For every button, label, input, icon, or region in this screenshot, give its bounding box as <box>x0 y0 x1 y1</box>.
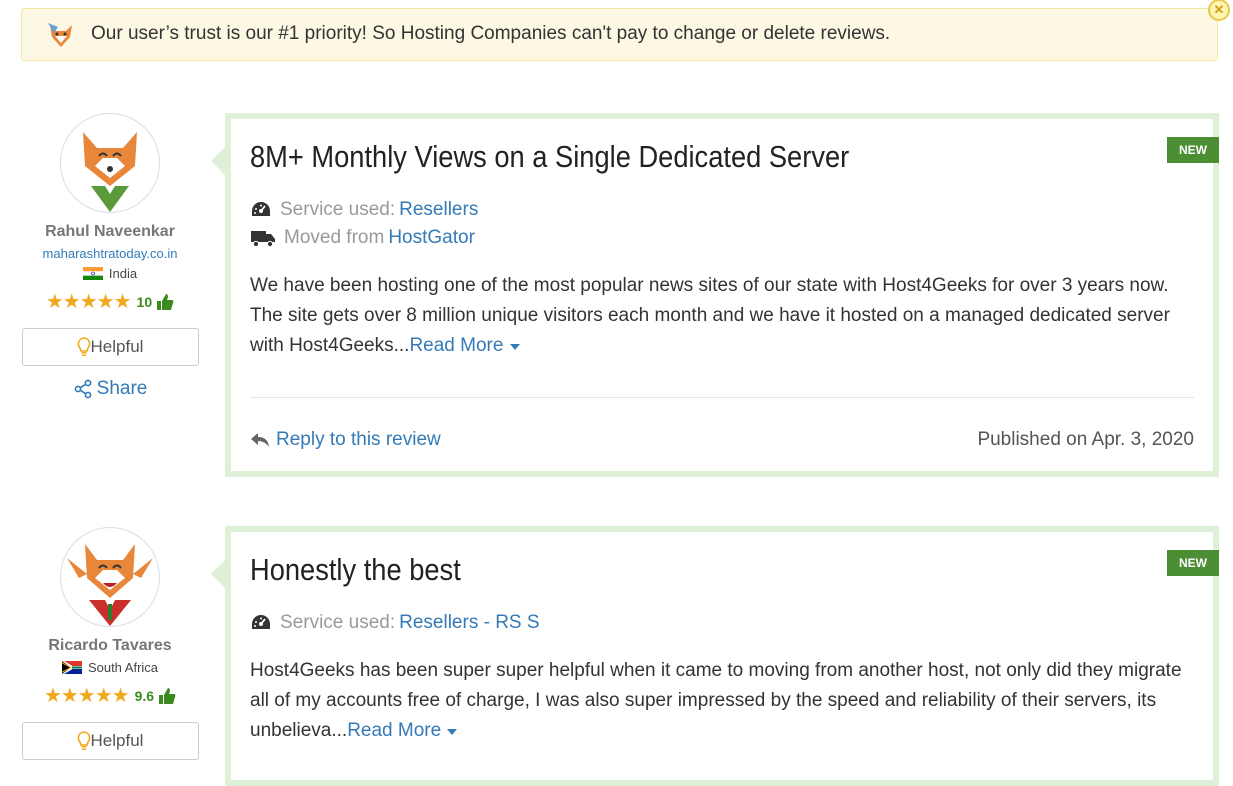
new-badge: NEW <box>1167 550 1219 576</box>
review-card: NEW 8M+ Monthly Views on a Single Dedica… <box>211 113 1219 477</box>
review-body: We have been hosting one of the most pop… <box>250 271 1190 361</box>
avatar <box>60 113 160 213</box>
star-rating-icon: ★★★★★ <box>43 685 130 707</box>
country-label: India <box>108 266 138 281</box>
thumbs-up-icon <box>159 687 176 704</box>
share-button[interactable]: Share <box>20 378 200 400</box>
star-rating-icon: ★★★★★ <box>45 291 132 313</box>
service-link[interactable]: Resellers <box>399 199 478 221</box>
review-title[interactable]: Honestly the best <box>250 552 461 588</box>
service-used: Service used: Resellers - RS S <box>250 612 540 634</box>
reply-icon <box>251 433 269 447</box>
india-flag-icon <box>82 267 103 280</box>
caret-down-icon <box>447 729 458 735</box>
lightbulb-icon <box>77 337 90 356</box>
review-body-text: We have been hosting one of the most pop… <box>250 275 1170 356</box>
reply-link[interactable]: Reply to this review <box>250 429 441 451</box>
service-label: Service used: <box>280 199 396 220</box>
rating: ★★★★★ 10 <box>20 289 200 314</box>
fox-avatar-icon <box>83 132 137 212</box>
truck-icon <box>251 231 275 248</box>
service-link[interactable]: Resellers - RS S <box>399 612 539 634</box>
share-icon <box>74 379 92 399</box>
banner-text: Our user’s trust is our #1 priority! So … <box>91 23 891 44</box>
review-card: NEW Honestly the best Service used: Rese… <box>211 526 1219 786</box>
read-more-link[interactable]: Read More <box>409 335 520 356</box>
rating-score: 10 <box>136 293 153 310</box>
dashboard-gauge-icon <box>252 202 270 216</box>
review-title[interactable]: 8M+ Monthly Views on a Single Dedicated … <box>250 139 849 175</box>
helpful-label: Helpful <box>90 337 144 356</box>
thumbs-up-icon <box>157 293 174 310</box>
divider <box>250 397 1194 398</box>
helpful-button[interactable]: Helpful <box>21 328 199 366</box>
share-label: Share <box>96 378 148 399</box>
helpful-label: Helpful <box>90 731 144 750</box>
moved-from-link[interactable]: HostGator <box>388 227 475 249</box>
author-website-link[interactable]: maharashtratoday.co.in <box>20 246 200 261</box>
avatar <box>60 527 160 627</box>
read-more-label: Read More <box>409 335 504 356</box>
review-body: Host4Geeks has been super super helpful … <box>250 656 1190 746</box>
fox-mascot-icon <box>48 23 72 47</box>
review-author: Rahul Naveenkar maharashtratoday.co.in I… <box>20 113 200 400</box>
reply-label: Reply to this review <box>276 429 441 450</box>
author-country: India <box>20 266 200 281</box>
author-name: Ricardo Tavares <box>48 637 172 654</box>
trust-banner: Our user’s trust is our #1 priority! So … <box>21 0 1230 61</box>
helpful-button[interactable]: Helpful <box>21 722 199 760</box>
dashboard-gauge-icon <box>252 615 270 629</box>
country-label: South Africa <box>87 660 159 675</box>
rating: ★★★★★ 9.6 <box>20 683 200 708</box>
new-badge: NEW <box>1167 137 1219 163</box>
caret-down-icon <box>509 344 520 350</box>
review-author: Ricardo Tavares South Africa ★★★★★ 9.6 H… <box>20 527 200 760</box>
south-africa-flag-icon <box>61 661 82 674</box>
moved-label: Moved from <box>284 227 385 248</box>
service-used: Service used: Resellers <box>250 199 478 221</box>
lightbulb-icon <box>77 731 90 750</box>
service-label: Service used: <box>280 612 396 633</box>
rating-score: 9.6 <box>134 687 155 704</box>
author-name: Rahul Naveenkar <box>45 223 175 240</box>
close-icon[interactable]: ✕ <box>1208 0 1230 21</box>
fox-avatar-icon <box>67 544 153 626</box>
moved-from: Moved from HostGator <box>250 227 475 249</box>
read-more-label: Read More <box>347 720 442 741</box>
published-date: Published on Apr. 3, 2020 <box>977 429 1194 450</box>
read-more-link[interactable]: Read More <box>347 720 458 741</box>
author-country: South Africa <box>20 660 200 675</box>
